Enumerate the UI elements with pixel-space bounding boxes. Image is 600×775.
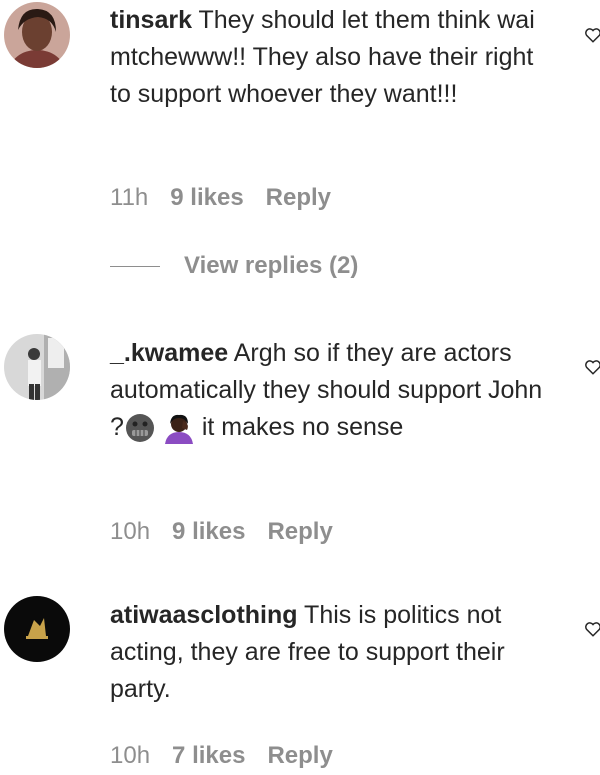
reply-button[interactable]: Reply	[267, 742, 332, 770]
comment-text: tinsark They should let them think wai m…	[110, 2, 550, 113]
avatar-tinsark[interactable]	[4, 2, 70, 68]
divider-line	[110, 265, 160, 267]
comment-time: 10h	[110, 518, 151, 545]
view-replies-button[interactable]: View replies (2)	[110, 252, 358, 280]
username[interactable]: atiwaasclothing	[110, 601, 298, 629]
heart-icon[interactable]	[584, 358, 600, 376]
comment-body-end: it makes no sense	[201, 413, 404, 441]
comment-time: 11h	[110, 184, 149, 211]
view-replies-label: View replies (2)	[184, 252, 359, 279]
heart-icon[interactable]	[584, 26, 600, 44]
likes-count[interactable]: 9 likes	[170, 184, 243, 212]
reply-button[interactable]: Reply	[267, 518, 332, 546]
comment-meta: 10h 7 likes Reply	[110, 742, 333, 770]
likes-count[interactable]: 7 likes	[172, 742, 245, 770]
heart-icon[interactable]	[584, 620, 600, 638]
username[interactable]: tinsark	[110, 6, 192, 34]
avatar-kwamee[interactable]	[4, 334, 70, 400]
likes-count[interactable]: 9 likes	[172, 518, 245, 546]
comment-text: atiwaasclothing This is politics not act…	[110, 597, 550, 708]
comment-time: 10h	[110, 742, 151, 769]
comment-text: _.kwamee Argh so if they are actors auto…	[110, 335, 550, 446]
grimacing-face-emoji-icon	[125, 414, 154, 443]
person-facepalming-emoji-icon	[164, 415, 193, 445]
username[interactable]: _.kwamee	[110, 339, 228, 367]
comment-meta: 10h 9 likes Reply	[110, 518, 333, 546]
avatar-atiwaasclothing[interactable]	[4, 596, 70, 662]
reply-button[interactable]: Reply	[266, 184, 331, 212]
comment-meta: 11h 9 likes Reply	[110, 184, 331, 212]
